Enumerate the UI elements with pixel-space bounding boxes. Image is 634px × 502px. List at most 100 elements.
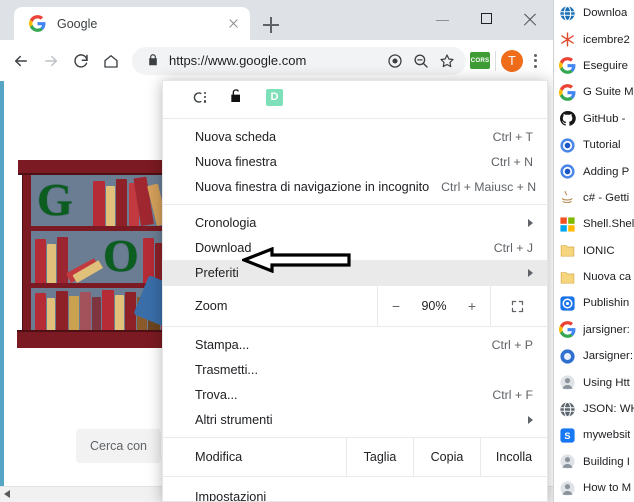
menu-item-trasmetti[interactable]: Trasmetti... <box>163 357 547 382</box>
list-item[interactable]: S mywebsit <box>554 422 634 448</box>
list-item[interactable]: c# - Getti <box>554 185 634 211</box>
menu-extensions-row: D <box>163 81 547 113</box>
menu-item-label: Trova... <box>195 387 238 402</box>
menu-zoom-row: Zoom − 90% + <box>163 285 547 327</box>
menu-item-incognito[interactable]: Nuova finestra di navigazione in incogni… <box>163 174 547 199</box>
menu-edit-row: Modifica Taglia Copia Incolla <box>163 437 547 477</box>
menu-item-label: Stampa... <box>195 337 250 352</box>
list-item-label: Adding P <box>583 165 630 178</box>
zoom-in-button[interactable]: + <box>466 298 478 314</box>
list-item-label: Jarsigner: <box>583 350 634 363</box>
folder-icon <box>559 242 576 259</box>
browser-toolbar: https://www.google.com CORS T <box>0 40 553 81</box>
forward-arrow-icon <box>36 46 66 76</box>
menu-item-altri-strumenti[interactable]: Altri strumenti <box>163 407 547 432</box>
list-item[interactable]: Publishin <box>554 290 634 316</box>
blue-ring-icon <box>559 295 576 312</box>
scroll-left-arrow-icon[interactable] <box>4 490 10 498</box>
chevron-right-icon <box>528 218 533 227</box>
maximize-button[interactable] <box>465 0 509 40</box>
menu-item-nuova-scheda[interactable]: Nuova scheda Ctrl + T <box>163 124 547 149</box>
list-item[interactable]: G Suite M <box>554 79 634 105</box>
list-item[interactable]: Nuova ca <box>554 264 634 290</box>
google-doodle-bookshelf[interactable]: G O <box>17 160 177 348</box>
menu-item-label: Download <box>195 240 252 255</box>
menu-item-label: Nuova finestra di navigazione in incogni… <box>195 179 430 194</box>
list-item-label: Downloa <box>583 7 628 20</box>
bookmarks-sidebar[interactable]: Downloa icembre2 Eseguire G Suite M GitH… <box>553 0 634 502</box>
search-with-google-button[interactable]: Cerca con <box>76 429 161 463</box>
menu-item-nuova-finestra[interactable]: Nuova finestra Ctrl + N <box>163 149 547 174</box>
zoom-out-icon[interactable] <box>408 48 434 74</box>
target-icon[interactable] <box>382 48 408 74</box>
zoom-label: Zoom <box>195 299 228 313</box>
list-item-label: G Suite M <box>583 86 634 99</box>
list-item-label: How to M <box>583 482 632 495</box>
list-item[interactable]: Tutorial <box>554 132 634 158</box>
menu-item-trova[interactable]: Trova... Ctrl + F <box>163 382 547 407</box>
fullscreen-icon[interactable] <box>490 286 547 326</box>
menu-item-accelerator: Ctrl + P <box>491 337 533 352</box>
paste-button[interactable]: Incolla <box>480 438 547 476</box>
list-item[interactable]: Jarsigner: <box>554 343 634 369</box>
menu-item-accelerator: Ctrl + T <box>492 129 533 144</box>
menu-item-preferiti[interactable]: Preferiti <box>163 260 547 285</box>
menu-item-label: Altri strumenti <box>195 412 273 427</box>
list-item[interactable]: Adding P <box>554 158 634 184</box>
menu-item-impostazioni[interactable]: Impostazioni <box>163 484 547 502</box>
list-item[interactable]: Using Htt <box>554 369 634 395</box>
avatar[interactable]: T <box>501 49 523 72</box>
list-item[interactable]: Shell.Shel <box>554 211 634 237</box>
menu-item-download[interactable]: Download Ctrl + J <box>163 235 547 260</box>
copy-button[interactable]: Copia <box>413 438 480 476</box>
tab-strip: Google <box>0 0 553 40</box>
tab-google[interactable]: Google <box>14 7 250 40</box>
list-item[interactable]: Building I <box>554 449 634 475</box>
list-item[interactable]: GitHub - <box>554 106 634 132</box>
d-extension-icon[interactable]: D <box>266 88 283 106</box>
minimize-button[interactable] <box>421 0 465 40</box>
browser-screenshot: Google https://www.google.com CORS T G O… <box>0 0 634 502</box>
address-bar[interactable]: https://www.google.com <box>132 46 466 75</box>
new-tab-button[interactable] <box>258 12 284 38</box>
menu-item-accelerator: Ctrl + N <box>490 154 533 169</box>
zoom-out-button[interactable]: − <box>390 298 402 314</box>
close-icon[interactable] <box>225 15 242 32</box>
menu-item-stampa[interactable]: Stampa... Ctrl + P <box>163 332 547 357</box>
menu-item-accelerator: Ctrl + F <box>492 387 533 402</box>
google-g-icon <box>559 321 576 339</box>
chevron-right-icon <box>528 268 533 277</box>
list-item[interactable]: IONIC <box>554 238 634 264</box>
svg-text:S: S <box>564 431 570 441</box>
list-item[interactable]: icembre2 <box>554 26 634 52</box>
menu-item-label: Nuova finestra <box>195 154 277 169</box>
menu-item-accelerator: Ctrl + Maiusc + N <box>441 179 537 194</box>
list-item[interactable]: Downloa <box>554 0 634 26</box>
menu-item-label: Preferiti <box>195 265 239 280</box>
list-item[interactable]: jarsigner: <box>554 317 634 343</box>
list-item-label: Tutorial <box>583 139 621 152</box>
list-item[interactable]: JSON: WH <box>554 396 634 422</box>
back-arrow-icon[interactable] <box>6 46 36 76</box>
menu-item-label: Cronologia <box>195 215 257 230</box>
cut-button[interactable]: Taglia <box>346 438 413 476</box>
menu-group-settings: Impostazioni Guida <box>163 477 547 502</box>
reload-icon[interactable] <box>66 46 96 76</box>
kebab-menu-icon[interactable] <box>523 46 549 76</box>
menu-item-cronologia[interactable]: Cronologia <box>163 210 547 235</box>
clipboard-extension-icon[interactable] <box>191 89 206 106</box>
list-item[interactable]: How to M <box>554 475 634 501</box>
cors-extension-icon[interactable]: CORS <box>470 52 490 69</box>
menu-group-tools: Stampa... Ctrl + P Trasmetti... Trova...… <box>163 327 547 432</box>
unlock-extension-icon[interactable] <box>228 87 244 108</box>
search-buttons-row: Cerca con <box>76 429 161 463</box>
star-icon[interactable] <box>434 48 460 74</box>
window-close-button[interactable] <box>509 0 553 40</box>
list-item[interactable]: Eseguire <box>554 53 634 79</box>
chrome-main-menu: D Nuova scheda Ctrl + T Nuova finestra C… <box>162 80 548 502</box>
home-icon[interactable] <box>96 46 126 76</box>
google-g-icon <box>559 57 576 75</box>
google-g-icon <box>559 84 576 101</box>
menu-item-label: Impostazioni <box>195 489 267 502</box>
github-icon <box>559 110 576 127</box>
